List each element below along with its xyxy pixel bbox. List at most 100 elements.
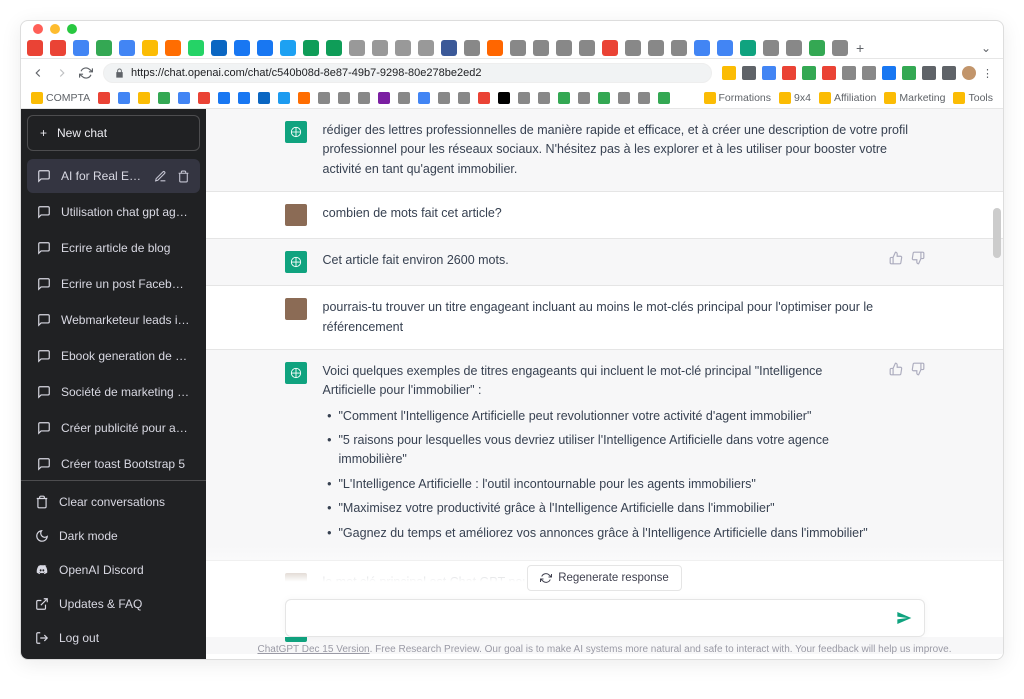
tabs-overflow-icon[interactable]: ⌄ <box>975 41 997 55</box>
thumbs-up-icon[interactable] <box>889 362 903 548</box>
tab-favicon[interactable] <box>188 40 204 56</box>
tab-favicon[interactable] <box>119 40 135 56</box>
bookmark-icon[interactable] <box>118 92 130 104</box>
extension-icon[interactable] <box>902 66 916 80</box>
bookmark-icon[interactable] <box>558 92 570 104</box>
regenerate-button[interactable]: Regenerate response <box>527 565 682 591</box>
bookmark-folder[interactable]: COMPTA <box>31 92 90 104</box>
tab-favicon[interactable] <box>165 40 181 56</box>
dark-mode-button[interactable]: Dark mode <box>21 519 206 553</box>
tab-favicon[interactable] <box>441 40 457 56</box>
bookmark-folder[interactable]: Affiliation <box>819 92 876 104</box>
tab-favicon[interactable] <box>625 40 641 56</box>
bookmark-icon[interactable] <box>518 92 530 104</box>
tab-favicon[interactable] <box>280 40 296 56</box>
bookmark-icon[interactable] <box>218 92 230 104</box>
conversation-item[interactable]: Créer toast Bootstrap 5 <box>27 447 200 480</box>
bookmark-icon[interactable] <box>438 92 450 104</box>
tab-favicon[interactable] <box>326 40 342 56</box>
message-input[interactable] <box>285 599 925 637</box>
bookmark-icon[interactable] <box>258 92 270 104</box>
new-chat-button[interactable]: + New chat <box>27 115 200 151</box>
extension-icon[interactable] <box>922 66 936 80</box>
tab-favicon[interactable] <box>510 40 526 56</box>
tab-favicon[interactable] <box>464 40 480 56</box>
conversation-item[interactable]: AI for Real Estate <box>27 159 200 193</box>
bookmark-icon[interactable] <box>338 92 350 104</box>
extension-icon[interactable] <box>802 66 816 80</box>
bookmark-icon[interactable] <box>98 92 110 104</box>
tab-favicon[interactable] <box>694 40 710 56</box>
extension-icon[interactable] <box>842 66 856 80</box>
extension-icon[interactable] <box>862 66 876 80</box>
extension-icon[interactable] <box>942 66 956 80</box>
bookmark-icon[interactable] <box>658 92 670 104</box>
extension-icon[interactable] <box>722 66 736 80</box>
tab-favicon[interactable] <box>303 40 319 56</box>
tab-favicon[interactable] <box>96 40 112 56</box>
bookmark-icon[interactable] <box>498 92 510 104</box>
tab-favicon[interactable] <box>234 40 250 56</box>
bookmark-icon[interactable] <box>278 92 290 104</box>
new-tab-button[interactable]: + <box>856 40 864 56</box>
conversation-item[interactable]: Ebook generation de prospec <box>27 339 200 373</box>
bookmark-icon[interactable] <box>618 92 630 104</box>
extension-icon[interactable] <box>822 66 836 80</box>
nav-reload-button[interactable] <box>79 66 93 80</box>
bookmark-icon[interactable] <box>458 92 470 104</box>
discord-button[interactable]: OpenAI Discord <box>21 553 206 587</box>
conversation-item[interactable]: Utilisation chat gpt agent im <box>27 195 200 229</box>
url-field[interactable]: https://chat.openai.com/chat/c540b08d-8e… <box>103 63 712 83</box>
window-close-button[interactable] <box>33 24 43 34</box>
tab-favicon[interactable] <box>602 40 618 56</box>
tab-favicon[interactable] <box>648 40 664 56</box>
bookmark-icon[interactable] <box>638 92 650 104</box>
bookmark-icon[interactable] <box>578 92 590 104</box>
browser-menu-icon[interactable]: ⋮ <box>982 67 993 80</box>
updates-button[interactable]: Updates & FAQ <box>21 587 206 621</box>
logout-button[interactable]: Log out <box>21 621 206 655</box>
conversation-item[interactable]: Créer publicité pour agent im <box>27 411 200 445</box>
tab-favicon[interactable] <box>27 40 43 56</box>
tab-favicon-active[interactable] <box>740 40 756 56</box>
nav-back-button[interactable] <box>31 66 45 80</box>
bookmark-icon[interactable] <box>378 92 390 104</box>
tab-favicon[interactable] <box>809 40 825 56</box>
extension-icon[interactable] <box>782 66 796 80</box>
conversation-item[interactable]: Ecrire article de blog <box>27 231 200 265</box>
tab-favicon[interactable] <box>671 40 687 56</box>
tab-favicon[interactable] <box>786 40 802 56</box>
nav-forward-button[interactable] <box>55 66 69 80</box>
tab-favicon[interactable] <box>487 40 503 56</box>
bookmark-icon[interactable] <box>198 92 210 104</box>
scrollbar[interactable] <box>993 109 1001 659</box>
tab-favicon[interactable] <box>395 40 411 56</box>
bookmark-icon[interactable] <box>478 92 490 104</box>
version-link[interactable]: ChatGPT Dec 15 Version <box>257 644 369 655</box>
edit-icon[interactable] <box>154 170 167 183</box>
bookmark-folder[interactable]: 9x4 <box>779 92 811 104</box>
tab-favicon[interactable] <box>418 40 434 56</box>
tab-favicon[interactable] <box>763 40 779 56</box>
conversation-item[interactable]: Ecrire un post Facebook <box>27 267 200 301</box>
tab-favicon[interactable] <box>211 40 227 56</box>
thumbs-up-icon[interactable] <box>889 251 903 273</box>
tab-favicon[interactable] <box>717 40 733 56</box>
tab-favicon[interactable] <box>533 40 549 56</box>
bookmark-icon[interactable] <box>318 92 330 104</box>
tab-favicon[interactable] <box>50 40 66 56</box>
bookmark-folder[interactable]: Formations <box>704 92 772 104</box>
bookmark-icon[interactable] <box>598 92 610 104</box>
bookmark-icon[interactable] <box>358 92 370 104</box>
tab-favicon[interactable] <box>832 40 848 56</box>
thumbs-down-icon[interactable] <box>911 251 925 273</box>
bookmark-folder[interactable]: Marketing <box>884 92 945 104</box>
tab-favicon[interactable] <box>556 40 572 56</box>
conversation-item[interactable]: Société de marketing immobi <box>27 375 200 409</box>
bookmark-folder[interactable]: Tools <box>953 92 993 104</box>
bookmark-icon[interactable] <box>398 92 410 104</box>
bookmark-icon[interactable] <box>238 92 250 104</box>
tab-favicon[interactable] <box>73 40 89 56</box>
clear-conversations-button[interactable]: Clear conversations <box>21 485 206 519</box>
bookmark-icon[interactable] <box>538 92 550 104</box>
